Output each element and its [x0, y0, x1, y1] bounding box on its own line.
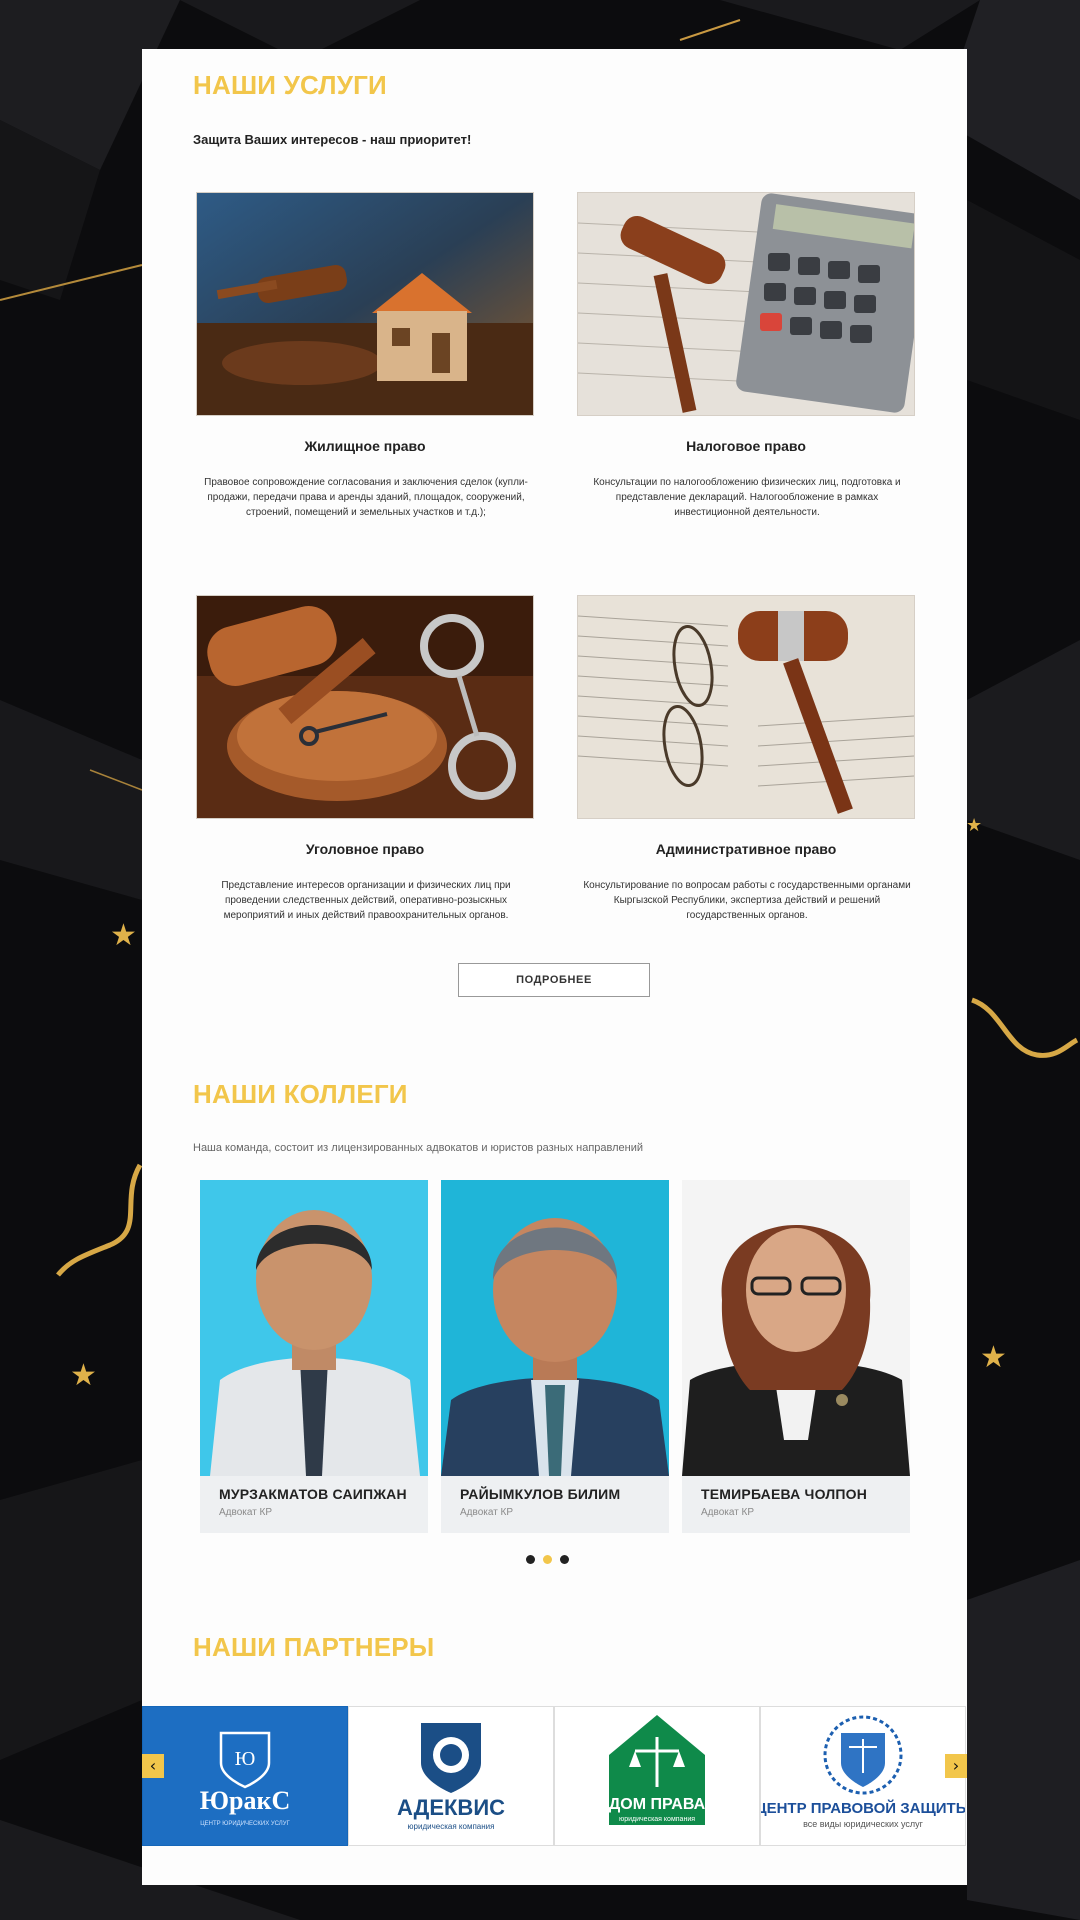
- partner-name: АДЕКВИС: [397, 1795, 505, 1820]
- gold-ribbon: [56, 1163, 143, 1277]
- colleague-name: МУРЗАКМАТОВ САИПЖАН: [219, 1486, 407, 1502]
- star-icon: ★: [966, 815, 983, 836]
- service-text: Консультации по налогообложению физическ…: [593, 477, 901, 518]
- chevron-right-icon: ›: [952, 1756, 960, 1775]
- service-title: Налоговое право: [686, 438, 806, 454]
- service-text: Представление интересов организации и фи…: [221, 880, 511, 921]
- colleague-card[interactable]: МУРЗАКМАТОВ САИПЖАН Адвокат КР: [200, 1180, 428, 1533]
- partner-name: ДОМ ПРАВА: [609, 1796, 706, 1813]
- services-title: НАШИ УСЛУГИ: [193, 70, 387, 100]
- colleague-photo: [682, 1180, 910, 1476]
- service-card-criminal[interactable]: Уголовное право Представление интересов …: [196, 595, 534, 923]
- partner-tagline: юридическая компания: [619, 1816, 695, 1823]
- service-image: [196, 192, 534, 416]
- colleague-card[interactable]: РАЙЫМКУЛОВ БИЛИМ Адвокат КР: [441, 1180, 669, 1533]
- portrait-image: [200, 1180, 428, 1476]
- service-image: [577, 595, 915, 819]
- portrait-image: [682, 1180, 910, 1476]
- portrait-image: [441, 1180, 669, 1476]
- carousel-dot[interactable]: [543, 1555, 552, 1564]
- colleague-role: Адвокат КР: [460, 1507, 514, 1518]
- service-card-administrative[interactable]: Административное право Консультирование …: [577, 595, 915, 923]
- colleagues-description: Наша команда, состоит из лицензированных…: [193, 1142, 644, 1154]
- service-image: [577, 192, 915, 416]
- gavel-calculator-image: [578, 193, 914, 415]
- service-card-tax[interactable]: Налоговое право Консультации по налогооб…: [577, 192, 915, 520]
- colleague-role: Адвокат КР: [701, 1507, 755, 1518]
- service-card-housing[interactable]: Жилищное право Правовое сопровождение со…: [196, 192, 534, 520]
- service-image: [196, 595, 534, 819]
- carousel-dots: [522, 1551, 573, 1564]
- partners-next-button[interactable]: ›: [945, 1754, 967, 1778]
- carousel-dot[interactable]: [560, 1555, 569, 1564]
- chevron-left-icon: ‹: [149, 1756, 157, 1775]
- colleague-name: ТЕМИРБАЕВА ЧОЛПОН: [701, 1486, 868, 1502]
- content-panel: НАШИ УСЛУГИ Защита Ваших интересов - наш…: [142, 49, 967, 1885]
- colleague-photo: [441, 1180, 669, 1476]
- partner-logo-legal-center[interactable]: ЦЕНТР ПРАВОВОЙ ЗАЩИТЫ все виды юридическ…: [760, 1706, 966, 1846]
- partners-prev-button[interactable]: ‹: [142, 1754, 164, 1778]
- partner-name: ЮракС: [200, 1786, 291, 1815]
- services-subtitle: Защита Ваших интересов - наш приоритет!: [193, 132, 472, 147]
- partners-carousel: Ю ЮракС ЦЕНТР ЮРИДИЧЕСКИХ УСЛУГ АДЕКВИС …: [142, 1706, 967, 1846]
- yuraks-logo: Ю ЮракС ЦЕНТР ЮРИДИЧЕСКИХ УСЛУГ: [143, 1707, 347, 1845]
- partner-tagline: ЦЕНТР ЮРИДИЧЕСКИХ УСЛУГ: [200, 1821, 290, 1827]
- adekvis-logo: АДЕКВИС юридическая компания: [349, 1707, 553, 1845]
- more-button[interactable]: ПОДРОБНЕЕ: [458, 963, 650, 997]
- partner-name: ЦЕНТР ПРАВОВОЙ ЗАЩИТЫ: [761, 1799, 965, 1817]
- colleague-card[interactable]: ТЕМИРБАЕВА ЧОЛПОН Адвокат КР: [682, 1180, 910, 1533]
- star-icon: ★: [70, 1358, 97, 1393]
- service-text: Правовое сопровождение согласования и за…: [204, 477, 528, 518]
- colleague-role: Адвокат КР: [219, 1507, 273, 1518]
- gavel-house-image: [197, 193, 533, 415]
- dom-prava-logo: ДОМ ПРАВА юридическая компания: [555, 1707, 759, 1845]
- colleague-photo: [200, 1180, 428, 1476]
- partner-tagline: все виды юридических услуг: [803, 1819, 924, 1829]
- partner-logo-yuraks[interactable]: Ю ЮракС ЦЕНТР ЮРИДИЧЕСКИХ УСЛУГ: [142, 1706, 348, 1846]
- legal-center-logo: ЦЕНТР ПРАВОВОЙ ЗАЩИТЫ все виды юридическ…: [761, 1707, 965, 1845]
- carousel-dot[interactable]: [526, 1555, 535, 1564]
- colleagues-title: НАШИ КОЛЛЕГИ: [193, 1079, 408, 1109]
- service-title: Жилищное право: [304, 438, 426, 454]
- colleague-name: РАЙЫМКУЛОВ БИЛИМ: [460, 1486, 621, 1502]
- gavel-book-glasses-image: [578, 596, 914, 818]
- partner-mark: Ю: [235, 1748, 256, 1770]
- gavel-handcuffs-image: [197, 596, 533, 818]
- star-icon: ★: [980, 1340, 1007, 1375]
- service-title: Уголовное право: [305, 841, 425, 857]
- service-title: Административное право: [655, 841, 837, 857]
- gold-ribbon: [971, 997, 1079, 1058]
- star-icon: ★: [110, 918, 137, 953]
- service-text: Консультирование по вопросам работы с го…: [583, 880, 911, 921]
- partner-logo-dom-prava[interactable]: ДОМ ПРАВА юридическая компания: [554, 1706, 760, 1846]
- partner-logo-adekvis[interactable]: АДЕКВИС юридическая компания: [348, 1706, 554, 1846]
- partners-title: НАШИ ПАРТНЕРЫ: [193, 1632, 435, 1662]
- partner-tagline: юридическая компания: [408, 1822, 495, 1831]
